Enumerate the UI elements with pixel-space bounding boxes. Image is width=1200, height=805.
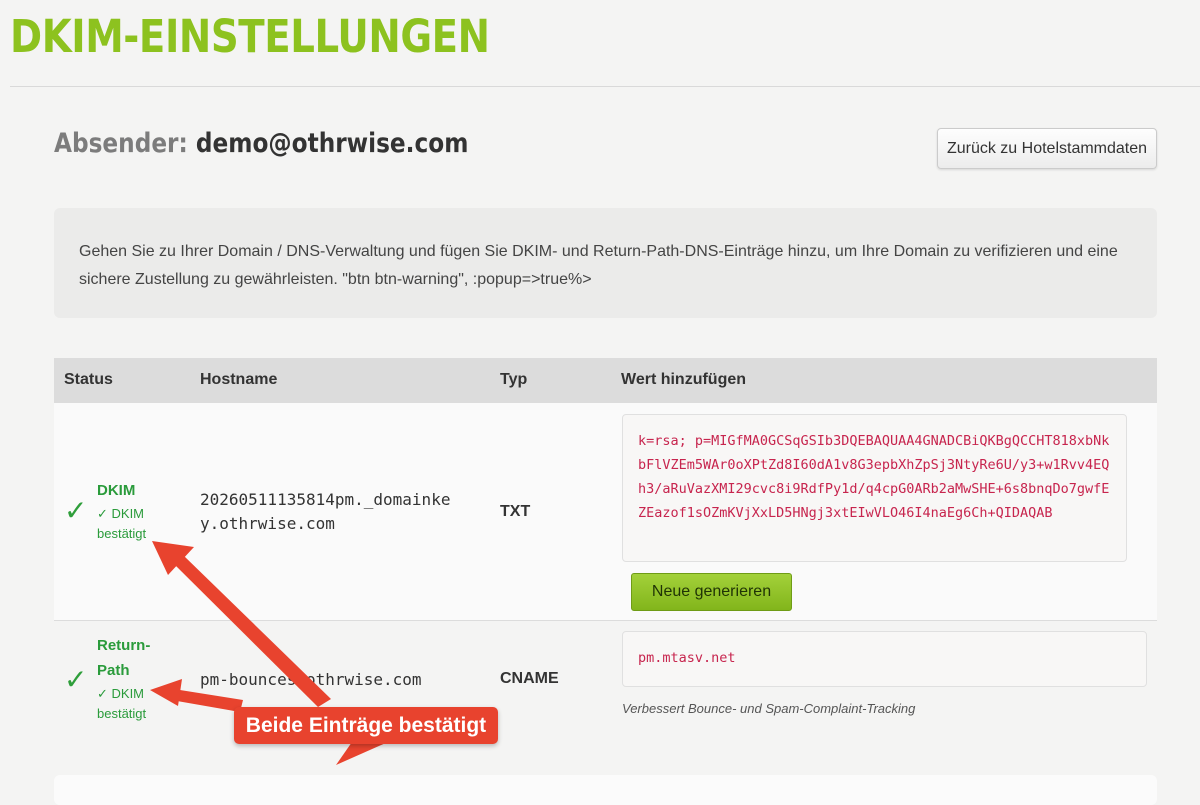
arrow-up-shaft — [175, 555, 331, 707]
annotation-arrows — [150, 541, 388, 765]
arrow-left-shaft — [177, 690, 243, 712]
callout-tail — [336, 742, 388, 765]
annotation-callout: Beide Einträge bestätigt — [234, 707, 498, 744]
arrow-left-head — [150, 679, 182, 706]
